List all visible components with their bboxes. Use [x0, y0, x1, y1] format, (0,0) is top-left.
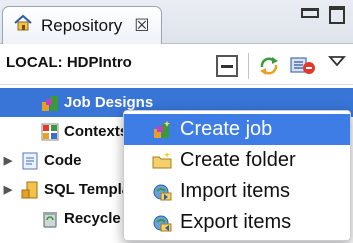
- expand-arrow-icon[interactable]: ▶: [2, 183, 14, 196]
- menu-item-export-items[interactable]: Export items: [124, 207, 350, 238]
- contexts-icon: [40, 122, 60, 142]
- minimize-button[interactable]: [301, 8, 319, 18]
- menu-item-label: Create folder: [180, 149, 296, 171]
- tree-item-label: Contexts: [64, 123, 129, 140]
- menu-item-label: Import items: [180, 180, 291, 202]
- menu-item-label: Create job: [180, 118, 273, 140]
- repository-tab[interactable]: Repository ☒: [2, 6, 162, 44]
- toolbar-separator: [248, 53, 249, 79]
- code-icon: [20, 151, 40, 171]
- window-controls: [301, 6, 345, 24]
- collapse-all-button[interactable]: [216, 55, 238, 77]
- menu-item-import-items[interactable]: Import items: [124, 176, 350, 207]
- expand-arrow-icon[interactable]: ▶: [2, 154, 14, 167]
- import-items-icon: [152, 182, 172, 202]
- job-designs-icon: [40, 93, 60, 113]
- view-titlebar: Repository ☒: [0, 0, 353, 44]
- recycle-bin-icon: [40, 209, 60, 229]
- view-menu-button[interactable]: [326, 51, 348, 71]
- refresh-button[interactable]: [256, 53, 282, 79]
- tab-title: Repository: [41, 15, 123, 35]
- chevron-down-icon: [328, 56, 346, 67]
- menu-item-create-job[interactable]: Create job: [124, 114, 350, 145]
- repository-view: Repository ☒ LOCAL: HDPIntro Job Designs…: [0, 0, 353, 243]
- repository-icon: [13, 13, 33, 38]
- create-folder-icon: [152, 151, 172, 171]
- sql-templates-icon: [20, 180, 40, 200]
- context-menu: Create job Create folder Import items Ex…: [123, 110, 351, 241]
- create-job-icon: [152, 120, 172, 140]
- refresh-icon: [260, 57, 278, 75]
- menu-item-create-folder[interactable]: Create folder: [124, 145, 350, 176]
- connection-label: LOCAL: HDPIntro: [6, 54, 132, 71]
- connection-toolbar: LOCAL: HDPIntro: [0, 45, 353, 85]
- filter-button[interactable]: [290, 55, 316, 77]
- maximize-button[interactable]: [329, 6, 345, 24]
- close-tab-icon[interactable]: ☒: [134, 16, 149, 36]
- menu-item-label: Export items: [180, 211, 292, 233]
- tree-item-label: Job Designs: [64, 94, 154, 111]
- export-items-icon: [152, 213, 172, 233]
- filter-icon: [290, 57, 315, 74]
- collapse-icon: [221, 64, 233, 68]
- tree-item-label: Code: [44, 152, 82, 169]
